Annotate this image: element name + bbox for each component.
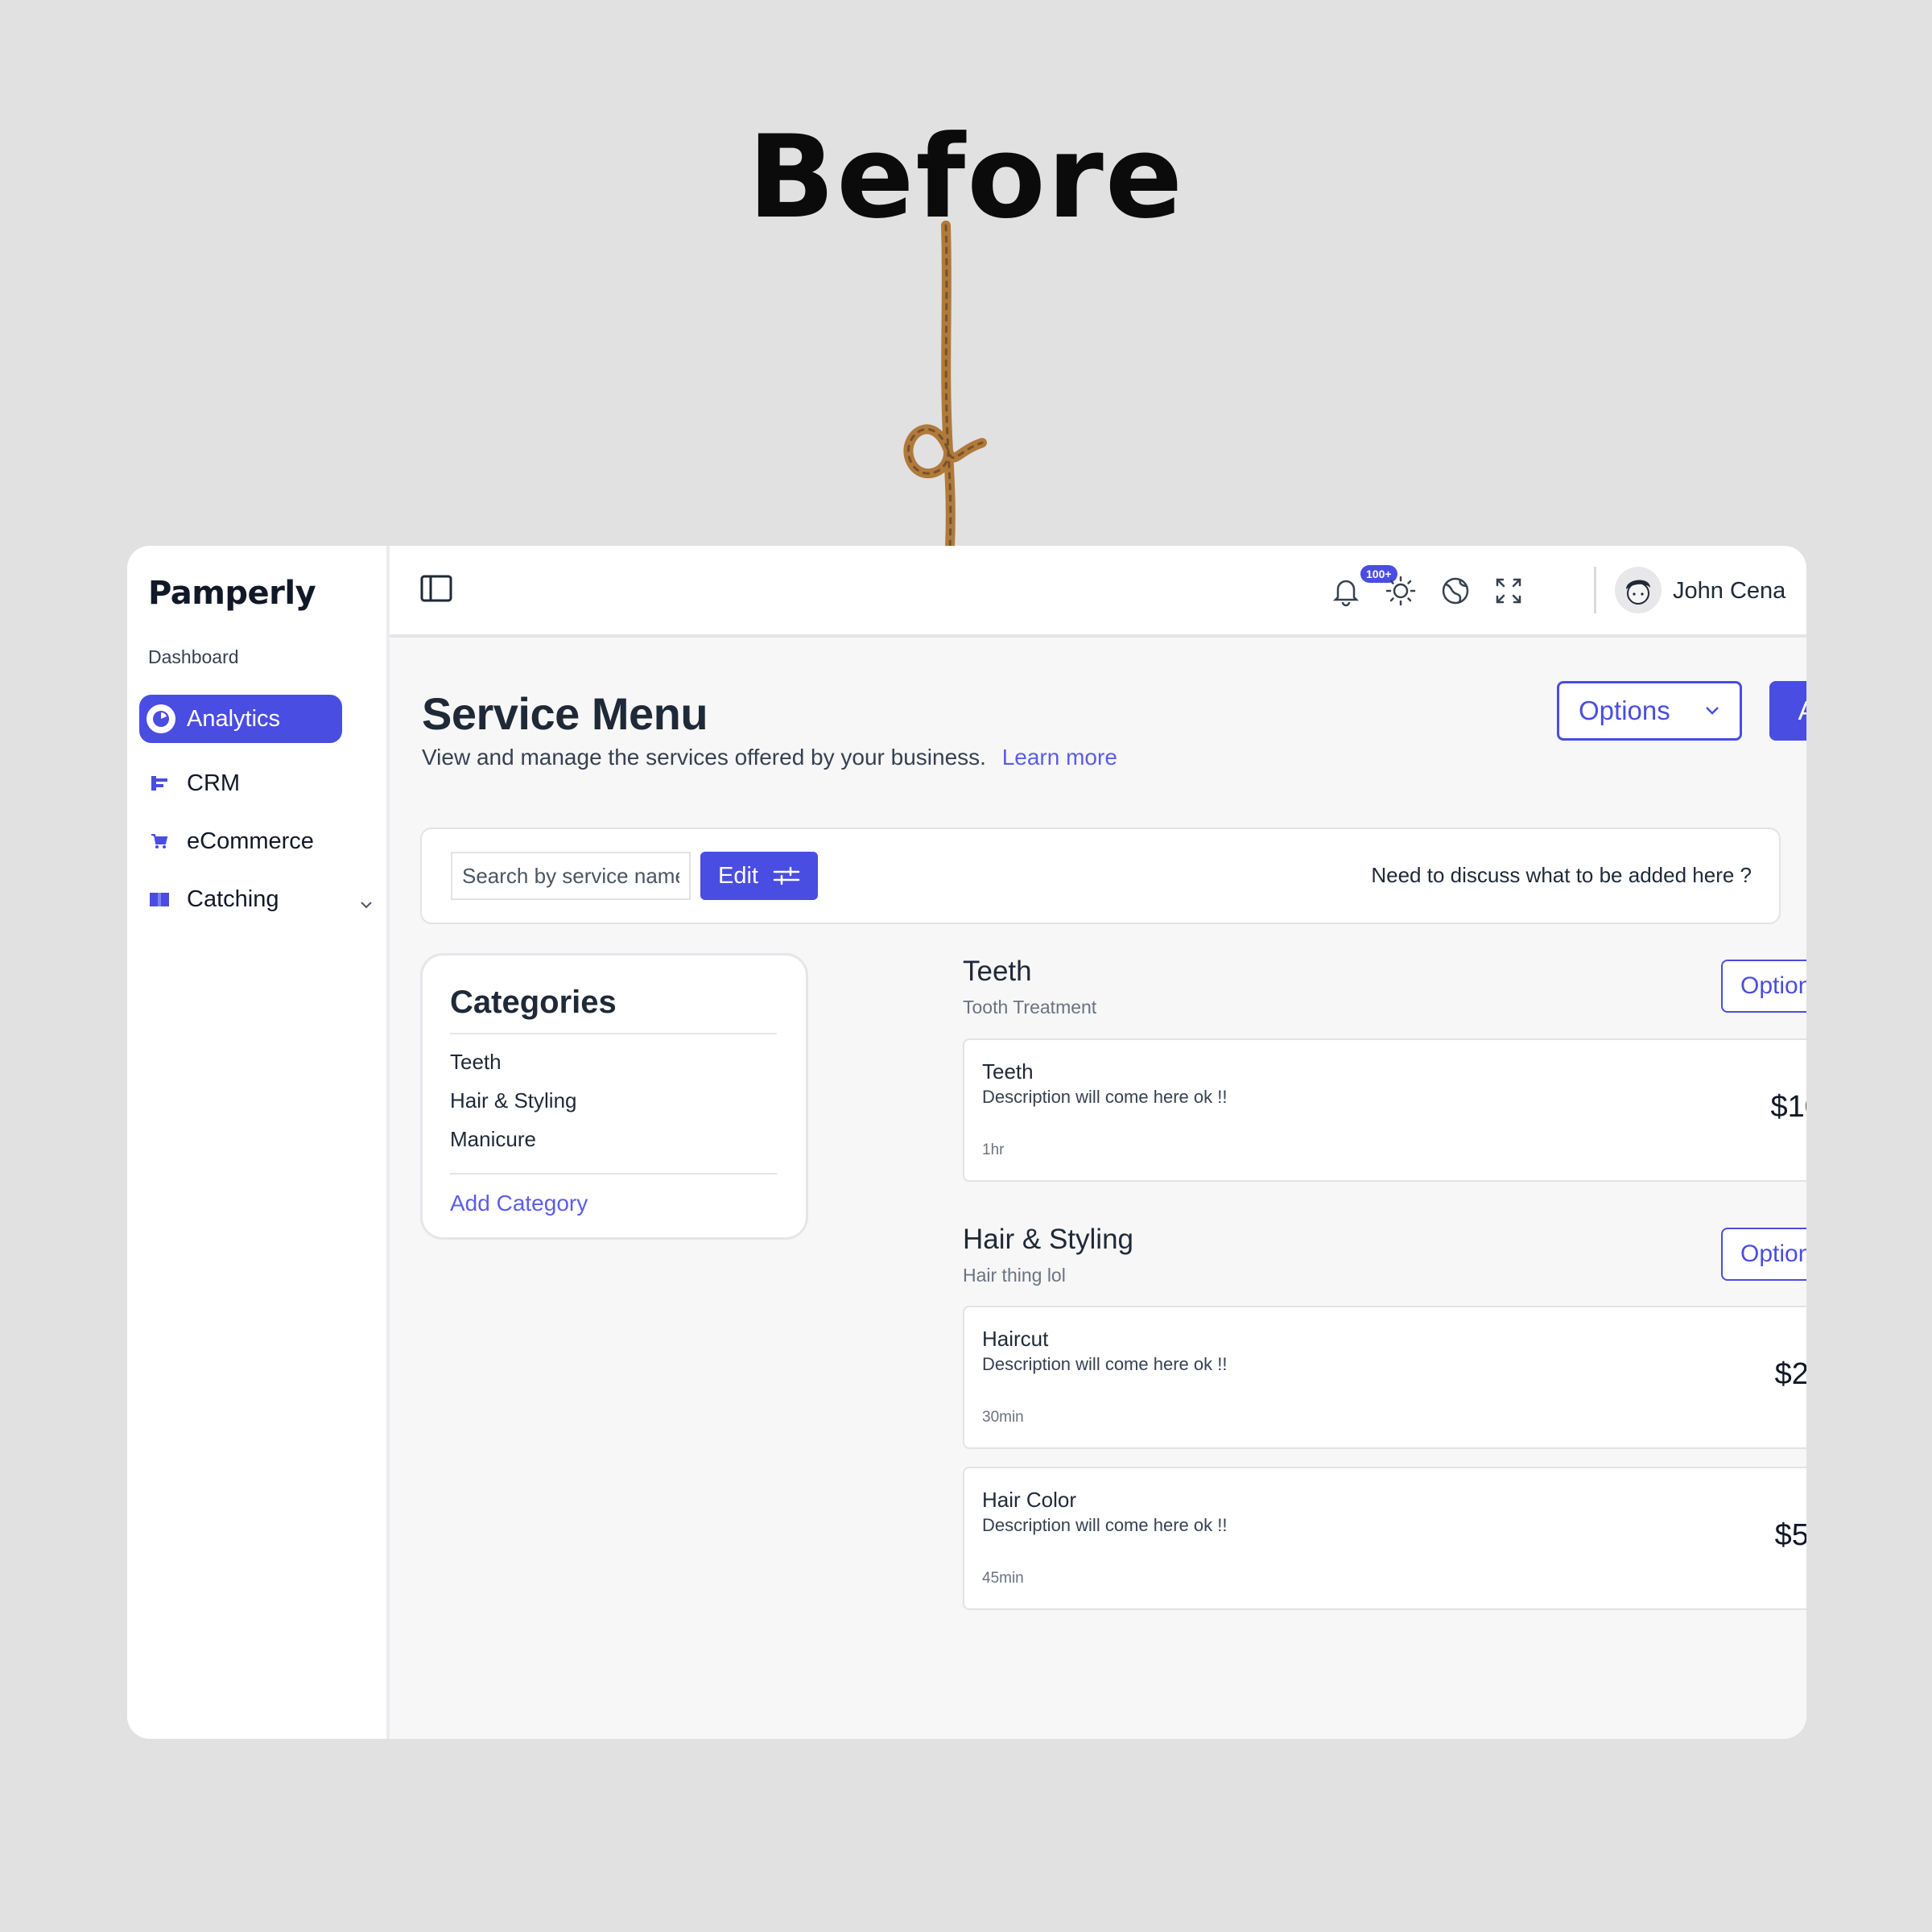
bars-icon bbox=[147, 770, 172, 796]
group-title: Hair & Styling bbox=[963, 1224, 1134, 1255]
service-duration: 30min bbox=[982, 1409, 1024, 1426]
service-price: $20 bbox=[1774, 1357, 1806, 1391]
avatar[interactable] bbox=[1615, 567, 1662, 613]
toolbar-note: Need to discuss what to be added here ? bbox=[1371, 863, 1752, 887]
add-button-label: Add bbox=[1798, 696, 1806, 726]
edit-button-label: Edit bbox=[718, 862, 758, 889]
cart-icon bbox=[147, 828, 172, 854]
divider bbox=[450, 1173, 777, 1174]
edit-button[interactable]: Edit bbox=[700, 852, 818, 900]
group-options-label: Options bbox=[1740, 972, 1806, 999]
group-title: Teeth bbox=[963, 956, 1032, 987]
sidebar-section-label: Dashboard bbox=[148, 646, 239, 667]
sidebar-item-crm[interactable]: CRM bbox=[142, 762, 340, 805]
sidebar-item-analytics[interactable]: Analytics bbox=[142, 697, 340, 741]
learn-more-link[interactable]: Learn more bbox=[1002, 745, 1117, 770]
sidebar-item-label: Catching bbox=[187, 886, 279, 912]
topbar-divider bbox=[1594, 567, 1596, 613]
group-options-label: Options bbox=[1740, 1241, 1806, 1267]
group-subtitle: Hair thing lol bbox=[963, 1265, 1066, 1286]
category-item[interactable]: Teeth bbox=[450, 1050, 502, 1075]
chevron-down-icon bbox=[1706, 707, 1719, 715]
bell-icon[interactable] bbox=[1330, 575, 1362, 607]
fullscreen-icon[interactable] bbox=[1492, 575, 1525, 607]
page-options-button[interactable]: Options bbox=[1557, 681, 1742, 741]
page-subtitle-text: View and manage the services offered by … bbox=[422, 745, 986, 770]
service-duration: 1hr bbox=[982, 1141, 1005, 1158]
chevron-down-icon[interactable] bbox=[359, 890, 374, 916]
user-name[interactable]: John Cena bbox=[1673, 578, 1785, 605]
sidebar: Pamperly Dashboard Analytics CRM eCommer… bbox=[127, 546, 390, 1739]
app-window: Pamperly Dashboard Analytics CRM eCommer… bbox=[127, 546, 1806, 1739]
divider bbox=[450, 1033, 777, 1034]
main-content: Service Menu View and manage the service… bbox=[390, 638, 1806, 1739]
sidebar-item-ecommerce[interactable]: eCommerce bbox=[142, 819, 340, 863]
category-item[interactable]: Manicure bbox=[450, 1127, 536, 1152]
page-options-label: Options bbox=[1579, 696, 1670, 725]
service-description: Description will come here ok !! bbox=[982, 1087, 1228, 1107]
page-title: Service Menu bbox=[422, 688, 708, 739]
service-price: $100 bbox=[1770, 1090, 1806, 1124]
sidebar-item-label: eCommerce bbox=[187, 828, 314, 854]
categories-card: Categories Teeth Hair & Styling Manicure… bbox=[420, 953, 808, 1240]
service-card[interactable]: Teeth Description will come here ok !! 1… bbox=[963, 1038, 1806, 1182]
categories-title: Categories bbox=[450, 985, 617, 1020]
service-card[interactable]: Haircut Description will come here ok !!… bbox=[963, 1306, 1806, 1449]
service-name: Hair Color bbox=[982, 1488, 1077, 1512]
brand-logo: Pamperly bbox=[148, 575, 316, 612]
service-description: Description will come here ok !! bbox=[982, 1354, 1228, 1374]
category-item[interactable]: Hair & Styling bbox=[450, 1088, 577, 1113]
group-options-button[interactable]: Options bbox=[1721, 1228, 1806, 1281]
page-subtitle: View and manage the services offered by … bbox=[422, 745, 1117, 770]
search-input[interactable] bbox=[451, 852, 691, 900]
sidebar-item-label: CRM bbox=[187, 770, 241, 796]
service-duration: 45min bbox=[982, 1570, 1024, 1587]
add-button[interactable]: Add bbox=[1769, 681, 1806, 741]
book-icon bbox=[147, 886, 172, 912]
service-description: Description will come here ok !! bbox=[982, 1515, 1228, 1535]
top-bar: 100+ John Cena bbox=[390, 546, 1806, 638]
sun-icon[interactable] bbox=[1385, 575, 1417, 607]
search-toolbar: Edit Need to discuss what to be added he… bbox=[420, 828, 1781, 924]
globe-icon[interactable] bbox=[1439, 575, 1472, 607]
service-name: Haircut bbox=[982, 1327, 1049, 1351]
pie-chart-icon bbox=[147, 704, 175, 733]
sidebar-item-label: Analytics bbox=[187, 705, 281, 732]
add-category-link[interactable]: Add Category bbox=[450, 1191, 588, 1216]
sidebar-item-catching[interactable]: Catching bbox=[142, 877, 372, 921]
sliders-icon bbox=[773, 866, 800, 886]
sidebar-toggle-icon[interactable] bbox=[420, 575, 452, 602]
group-subtitle: Tooth Treatment bbox=[963, 997, 1097, 1018]
service-price: $50 bbox=[1774, 1518, 1806, 1552]
service-card[interactable]: Hair Color Description will come here ok… bbox=[963, 1467, 1806, 1610]
rope-arrow-decoration bbox=[903, 221, 987, 547]
group-options-button[interactable]: Options bbox=[1721, 960, 1806, 1013]
service-name: Teeth bbox=[982, 1059, 1034, 1084]
